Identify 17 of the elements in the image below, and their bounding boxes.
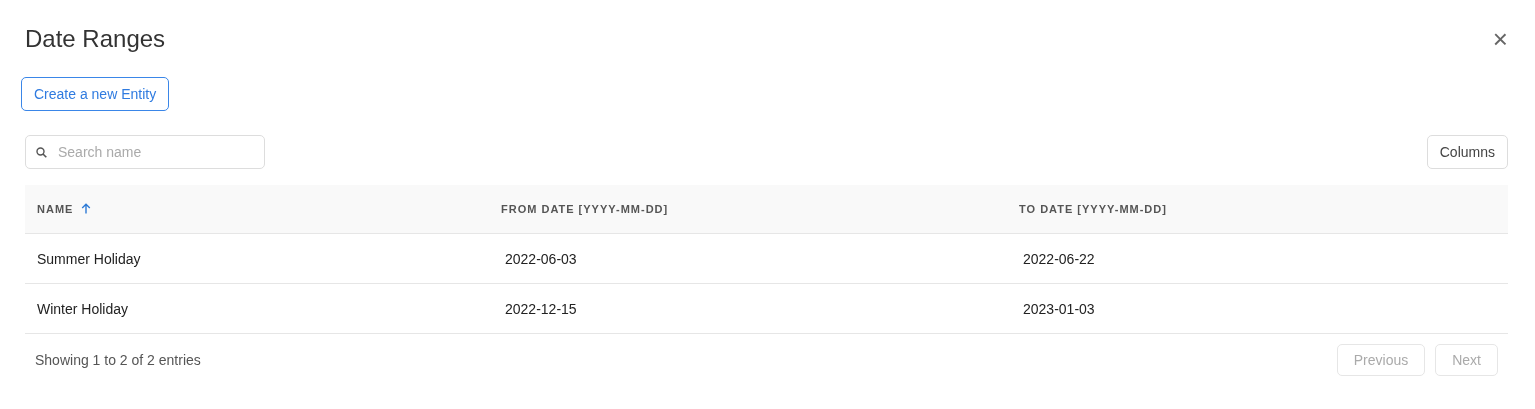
table-cell: 2023-01-03	[1023, 300, 1095, 317]
create-button[interactable]: Create a new Entity	[21, 77, 170, 111]
table-cell: 2022-06-22	[1023, 250, 1095, 267]
column-header[interactable]: NAME	[25, 185, 489, 234]
columns-button[interactable]: Columns	[1426, 135, 1508, 169]
column-header[interactable]: TO DATE [YYYY-MM-DD]	[1007, 185, 1508, 234]
close-button[interactable]: ×	[1492, 25, 1508, 52]
search-field[interactable]: Search name	[25, 135, 265, 169]
dialog-title: Date Ranges	[25, 24, 166, 53]
search-icon	[36, 147, 47, 158]
table-cell: 2022-06-03	[505, 250, 577, 267]
column-header[interactable]: FROM DATE [YYYY-MM-DD]	[489, 185, 1007, 234]
table-cell: Winter Holiday	[37, 300, 129, 317]
sort-ascending-icon	[81, 203, 92, 214]
table-cell: 2022-12-15	[505, 300, 577, 317]
entries-summary: Showing 1 to 2 of 2 entries	[35, 352, 201, 368]
table-cell: Summer Holiday	[37, 250, 141, 267]
